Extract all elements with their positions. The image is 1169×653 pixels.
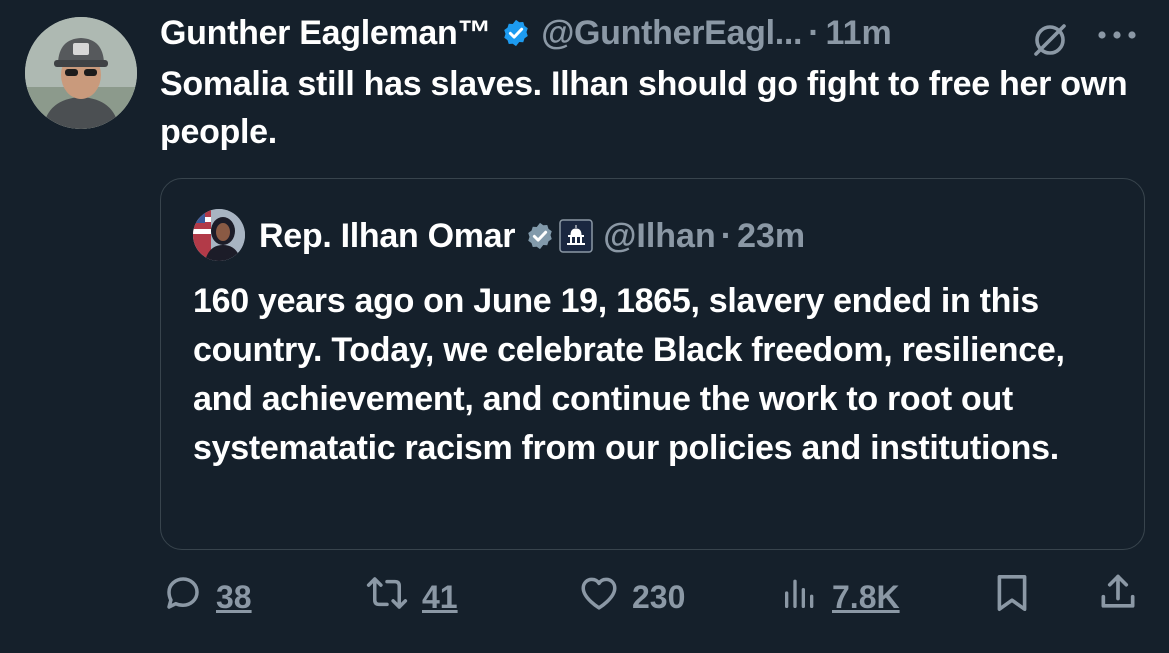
bookmark-icon xyxy=(994,571,1030,623)
tweet-header: Gunther Eagleman™ @GuntherEagl... · 11m xyxy=(160,10,892,56)
retweet-icon xyxy=(364,572,410,622)
quoted-tweet-header: Rep. Ilhan Omar @Ilhan · 23m xyxy=(259,212,805,260)
quoted-tweet-card[interactable]: Rep. Ilhan Omar @Ilhan · 23m 160 years a… xyxy=(160,178,1145,550)
capitol-affiliation-icon[interactable] xyxy=(559,219,593,253)
tweet-text: Somalia still has slaves. Ilhan should g… xyxy=(160,65,1128,151)
verified-badge-icon[interactable] xyxy=(525,221,555,251)
quoted-author-name[interactable]: Rep. Ilhan Omar xyxy=(259,217,516,256)
share-icon xyxy=(1096,571,1140,623)
retweet-count[interactable]: 41 xyxy=(422,579,458,616)
bookmark-button[interactable] xyxy=(994,572,1030,622)
tweet-time[interactable]: 11m xyxy=(826,14,892,53)
author-handle[interactable]: @GuntherEagl... xyxy=(541,14,802,53)
quoted-author-avatar[interactable] xyxy=(193,209,245,261)
views-button[interactable]: 7.8K xyxy=(780,572,900,622)
views-count[interactable]: 7.8K xyxy=(832,579,900,616)
quoted-tweet-text: 160 years ago on June 19, 1865, slavery … xyxy=(193,282,1065,467)
share-button[interactable] xyxy=(1096,572,1140,622)
like-button[interactable]: 230 xyxy=(578,572,685,622)
author-avatar[interactable] xyxy=(25,17,137,129)
quoted-author-handle[interactable]: @Ilhan xyxy=(603,217,716,256)
retweet-button[interactable]: 41 xyxy=(364,572,458,622)
author-name[interactable]: Gunther Eagleman™ xyxy=(160,14,491,53)
reply-button[interactable]: 38 xyxy=(162,572,252,622)
verified-badge-icon[interactable] xyxy=(501,18,531,48)
views-icon xyxy=(780,572,820,622)
like-count[interactable]: 230 xyxy=(632,579,685,616)
reply-count[interactable]: 38 xyxy=(216,579,252,616)
quoted-header-separator: · xyxy=(720,216,733,255)
header-separator: · xyxy=(808,13,820,52)
more-icon[interactable] xyxy=(1092,20,1142,55)
like-icon xyxy=(578,572,620,622)
reply-icon xyxy=(162,572,204,622)
quoted-tweet-time[interactable]: 23m xyxy=(737,217,805,256)
